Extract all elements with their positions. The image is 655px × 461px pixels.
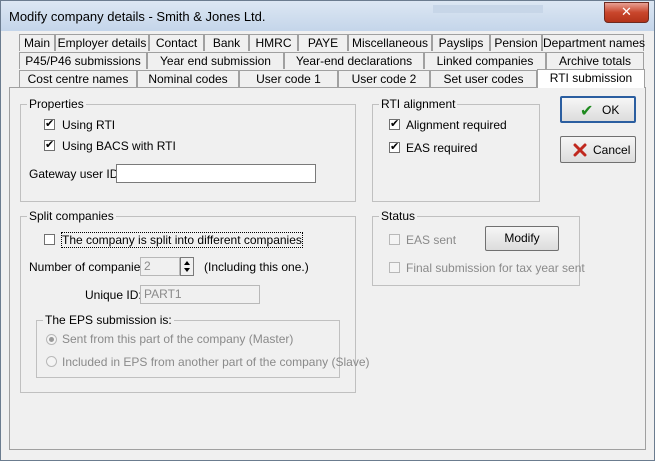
eas-sent-label: EAS sent [406,233,457,247]
tab-paye[interactable]: PAYE [298,34,348,51]
tab-cost-centre-names[interactable]: Cost centre names [19,70,137,87]
unique-id-input[interactable]: PART1 [140,285,260,304]
eas-required-label: EAS required [406,141,478,155]
tab-miscellaneous[interactable]: Miscellaneous [348,34,432,51]
close-button[interactable]: ✕ [604,2,649,23]
number-of-companies-label: Number of companies: [29,260,150,274]
tab-pension[interactable]: Pension [490,34,542,51]
tab-user-code-1[interactable]: User code 1 [239,70,338,87]
tab-main[interactable]: Main [19,34,55,51]
including-label: (Including this one.) [204,260,309,274]
rti-alignment-title: RTI alignment [379,97,458,111]
tab-set-user-codes[interactable]: Set user codes [430,70,537,87]
eps-submission-group: The EPS submission is: [36,313,340,378]
tab-hmrc[interactable]: HMRC [249,34,298,51]
tab-bank[interactable]: Bank [204,34,249,51]
number-spinner[interactable] [180,257,194,276]
eps-master-radio[interactable] [46,334,57,345]
window-title: Modify company details - Smith & Jones L… [9,9,266,24]
using-rti-checkbox[interactable]: ✔ [44,119,55,130]
gateway-user-id-label: Gateway user ID: [29,167,122,181]
eas-sent-checkbox[interactable] [389,234,400,245]
spinner-arrows-icon [184,261,190,272]
eps-master-label: Sent from this part of the company (Mast… [62,332,294,346]
cancel-button[interactable]: Cancel [560,136,636,163]
tab-p45-p46-submissions[interactable]: P45/P46 submissions [19,52,147,69]
tab-employer-details[interactable]: Employer details [55,34,149,51]
tab-year-end-submission[interactable]: Year end submission [147,52,284,69]
eps-slave-label: Included in EPS from another part of the… [62,355,370,369]
tab-linked-companies[interactable]: Linked companies [424,52,546,69]
alignment-required-checkbox[interactable]: ✔ [389,119,400,130]
tab-nominal-codes[interactable]: Nominal codes [137,70,239,87]
using-bacs-label: Using BACS with RTI [62,139,176,153]
tab-archive-totals[interactable]: Archive totals [546,52,644,69]
eps-slave-radio[interactable] [46,356,57,367]
gateway-user-id-input[interactable] [116,164,316,183]
final-submission-checkbox[interactable] [389,262,400,273]
split-company-checkbox[interactable] [44,234,55,245]
final-submission-label: Final submission for tax year sent [406,261,585,275]
title-bar-blur [433,5,543,13]
cross-icon [573,143,587,157]
cancel-label: Cancel [593,143,631,157]
tab-payslips[interactable]: Payslips [432,34,490,51]
tab-year-end-declarations[interactable]: Year-end declarations [284,52,424,69]
tab-contact[interactable]: Contact [149,34,204,51]
tab-user-code-2[interactable]: User code 2 [338,70,430,87]
alignment-required-label: Alignment required [406,118,507,132]
eas-required-checkbox[interactable]: ✔ [389,142,400,153]
check-icon: ✔ [580,103,594,120]
ok-label: OK [602,103,620,117]
modify-button[interactable]: Modify [485,226,559,251]
eps-submission-title: The EPS submission is: [43,313,174,327]
using-rti-label: Using RTI [62,118,116,132]
title-bar[interactable]: Modify company details - Smith & Jones L… [1,1,654,31]
unique-id-label: Unique ID: [85,288,142,302]
split-companies-title: Split companies [27,209,116,223]
status-title: Status [379,209,418,223]
using-bacs-checkbox[interactable]: ✔ [44,140,55,151]
ok-button[interactable]: ✔ OK [560,96,636,123]
tab-rti-submission[interactable]: RTI submission [537,69,645,88]
properties-title: Properties [27,97,86,111]
number-of-companies-input[interactable]: 2 [140,257,180,276]
split-company-label: The company is split into different comp… [61,232,303,248]
tab-department-names[interactable]: Department names [542,34,645,51]
